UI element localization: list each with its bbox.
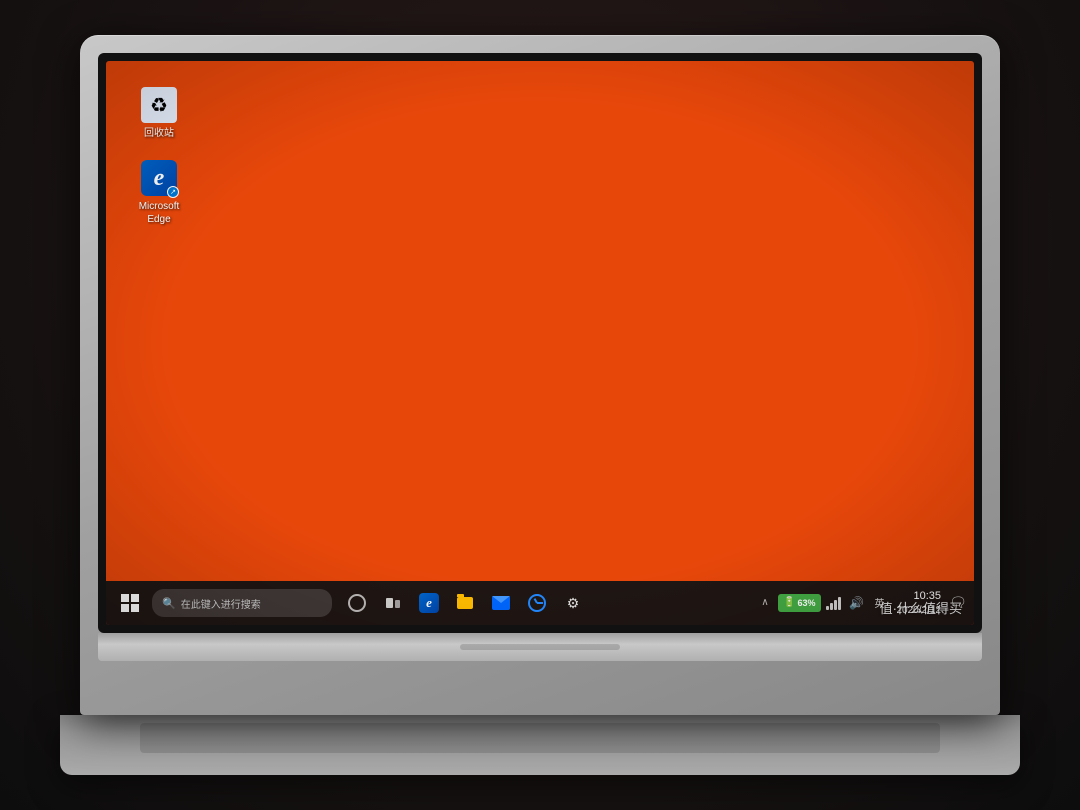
volume-button[interactable]: 🔊: [847, 593, 867, 613]
network-icon[interactable]: [824, 593, 844, 613]
notification-icon: 🗨: [945, 592, 971, 613]
tray-overflow-button[interactable]: ∧: [755, 593, 775, 613]
cortana-icon: [348, 594, 366, 612]
clock-time: 10:35: [913, 589, 941, 603]
file-explorer-button[interactable]: [448, 586, 482, 620]
desktop: ♻ 回收站 e ↗ MicrosoftEdge: [106, 61, 974, 581]
mail-button[interactable]: [484, 586, 518, 620]
clock-date: 2020/2/12: [897, 604, 942, 617]
settings-button[interactable]: ⚙: [556, 586, 590, 620]
edge-desktop-icon[interactable]: e ↗ MicrosoftEdge: [124, 156, 194, 230]
laptop-frame: ♻ 回收站 e ↗ MicrosoftEdge: [80, 35, 1000, 715]
search-icon: 🔍: [162, 597, 176, 610]
trackpad-hint: [460, 644, 620, 650]
task-view-icon: [386, 598, 400, 608]
settings-icon: ⚙: [567, 595, 580, 612]
search-placeholder-text: 在此键入进行搜索: [181, 596, 261, 611]
keyboard-area: [60, 715, 1020, 775]
start-button[interactable]: [112, 585, 148, 621]
recycle-bin-label: 回收站: [144, 127, 174, 140]
clock-app-button[interactable]: [520, 586, 554, 620]
battery-percent: 63%: [797, 598, 815, 608]
notification-center-button[interactable]: 🗨: [948, 593, 968, 613]
windows-logo-icon: [121, 594, 139, 612]
taskbar-search[interactable]: 🔍 在此键入进行搜索: [152, 589, 332, 617]
edge-taskbar-button[interactable]: e: [412, 586, 446, 620]
screen-bezel: ♻ 回收站 e ↗ MicrosoftEdge: [98, 53, 982, 633]
edge-taskbar-icon: e: [419, 593, 439, 613]
battery-icon: 🔋: [783, 597, 795, 608]
taskbar-pinned-icons: e: [340, 586, 590, 620]
clock-display[interactable]: 10:35 2020/2/12: [893, 587, 946, 618]
file-explorer-icon: [457, 597, 473, 609]
network-signal-icon: [826, 596, 841, 610]
cortana-button[interactable]: [340, 586, 374, 620]
language-button[interactable]: 英: [870, 593, 890, 613]
recycle-bin-icon[interactable]: ♻ 回收站: [124, 83, 194, 144]
laptop-chin: [98, 633, 982, 661]
edge-icon-image: e ↗: [141, 160, 177, 196]
mail-icon: [492, 596, 510, 610]
keyboard-surface: [140, 723, 940, 753]
language-indicator: 英: [875, 595, 885, 610]
edge-desktop-label: MicrosoftEdge: [139, 200, 180, 226]
clock-app-icon: [528, 594, 546, 612]
taskbar: 🔍 在此键入进行搜索: [106, 581, 974, 625]
recycle-bin-image: ♻: [141, 87, 177, 123]
battery-indicator[interactable]: 🔋 63%: [778, 594, 820, 612]
screen: ♻ 回收站 e ↗ MicrosoftEdge: [106, 61, 974, 625]
volume-icon: 🔊: [849, 596, 864, 610]
chevron-up-icon: ∧: [759, 595, 770, 610]
system-tray: ∧ 🔋 63%: [755, 587, 968, 618]
task-view-button[interactable]: [376, 586, 410, 620]
